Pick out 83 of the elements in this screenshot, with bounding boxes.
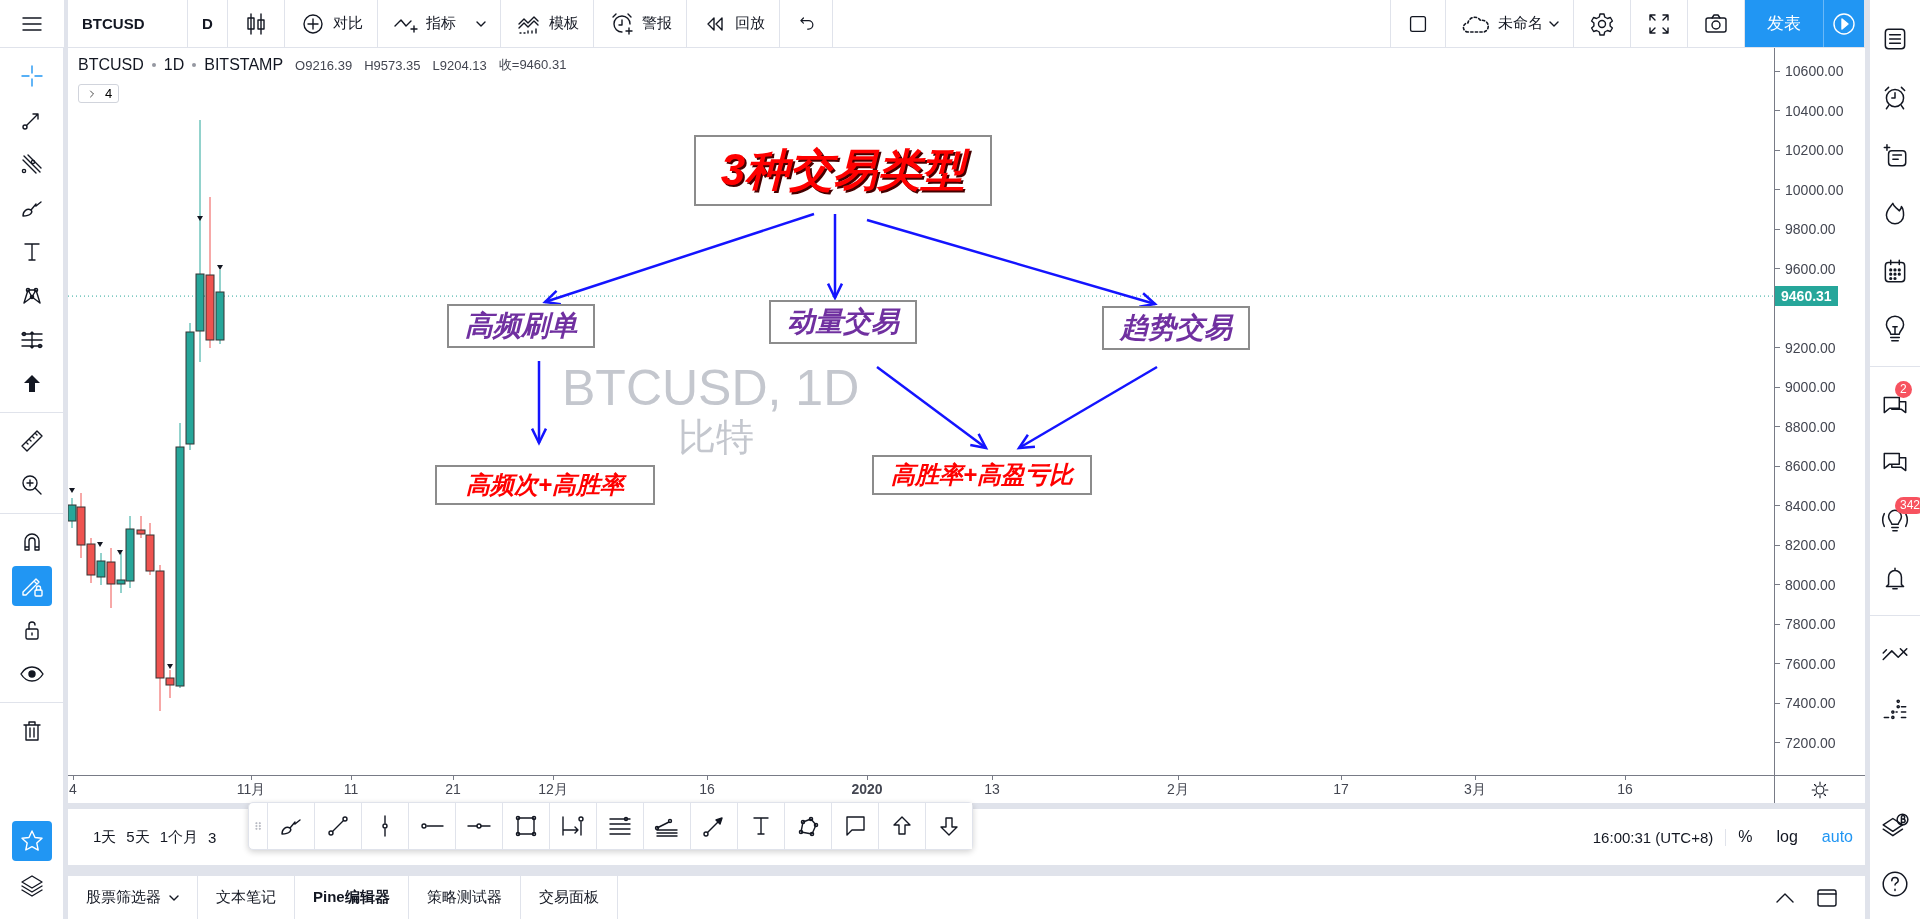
price-label: 10400.00 <box>1785 102 1844 119</box>
drawing-tool-button[interactable] <box>455 803 502 849</box>
clock-time: 16:00:31 (UTC+8) <box>1592 828 1727 846</box>
price-label: 8000.00 <box>1785 576 1836 593</box>
annotation-label: 高频次+高胜率 <box>435 465 655 505</box>
description-watermark: 比特 <box>678 416 754 458</box>
price-label: 7600.00 <box>1785 655 1836 672</box>
ohlc-value: O9216.39 <box>295 57 353 73</box>
marker-triangle <box>217 265 223 270</box>
range-button[interactable]: 1个月 <box>154 827 204 847</box>
price-label: 7400.00 <box>1785 695 1836 711</box>
time-label: 12月 <box>538 781 568 799</box>
drawing-tool-button[interactable] <box>737 803 784 849</box>
marker-triangle <box>69 488 75 493</box>
time-label: 17 <box>1333 781 1349 797</box>
range-button[interactable]: 1天 <box>88 827 122 847</box>
price-label: 8600.00 <box>1785 458 1836 474</box>
ohlc-value: H9573.35 <box>364 57 421 73</box>
price-label: 9000.00 <box>1785 379 1836 395</box>
symbol-watermark: BTCUSD, 1D <box>562 362 860 414</box>
annotation-label: 高频刷单 <box>447 304 595 348</box>
time-label: 16 <box>699 781 715 797</box>
price-label: 10000.00 <box>1785 181 1844 198</box>
time-label: 11月 <box>236 781 266 799</box>
ohlc-value: 收=9460.31 <box>498 56 567 74</box>
range-button[interactable]: 3 <box>203 828 222 846</box>
play-button[interactable] <box>1824 0 1865 47</box>
time-label: 2月 <box>1167 781 1189 799</box>
horizontal-line-icon <box>420 822 444 830</box>
price-label: 7800.00 <box>1785 616 1836 632</box>
vertical-line-icon <box>381 815 389 837</box>
ohlc-value: L9204.13 <box>432 57 487 73</box>
time-label: 11 <box>343 781 359 797</box>
notification-badge: 342 <box>1895 497 1920 514</box>
price-label: 9800.00 <box>1785 221 1836 237</box>
drawing-tool-button[interactable] <box>831 803 878 849</box>
marker-triangle <box>97 542 103 547</box>
marker-triangle <box>197 216 203 221</box>
price-label: 10200.00 <box>1785 142 1844 158</box>
notification-badge: 2 <box>1895 381 1912 398</box>
drawing-tool-button[interactable] <box>596 803 643 849</box>
caret-down-icon <box>169 894 179 901</box>
indicators-toggle[interactable]: 4 <box>78 84 120 103</box>
time-label: 4 <box>69 781 77 797</box>
price-label: 9600.00 <box>1785 260 1836 277</box>
price-label: 9200.00 <box>1785 339 1836 356</box>
drawing-tool-button[interactable] <box>878 803 925 849</box>
time-label: 16 <box>1617 781 1633 797</box>
caret-down-icon <box>1549 20 1559 27</box>
time-label: 3月 <box>1464 781 1486 799</box>
annotation-label: 高胜率+高盈亏比 <box>872 455 1092 495</box>
marker-triangle <box>117 550 123 555</box>
annotation-label: 趋势交易 <box>1102 306 1250 350</box>
drawing-tool-button[interactable] <box>925 803 972 849</box>
price-label: 8200.00 <box>1785 537 1836 553</box>
marker-triangle <box>167 664 173 669</box>
drawing-tool-button[interactable] <box>408 803 455 849</box>
scale-toggle[interactable]: % <box>1726 828 1765 846</box>
price-label: 8800.00 <box>1785 418 1836 435</box>
drawing-tool-button[interactable] <box>361 803 408 849</box>
drawing-tool-button[interactable] <box>502 803 549 849</box>
caret-down-icon <box>475 20 486 27</box>
legend-exchange: BITSTAMP <box>204 56 284 74</box>
help-icon <box>1880 869 1910 899</box>
time-label: 21 <box>445 781 461 797</box>
price-label: 10600.00 <box>1785 63 1844 79</box>
time-label: 13 <box>984 781 1000 797</box>
annotation-label: 动量交易 <box>769 300 917 344</box>
last-price-label: 9460.31 <box>1775 286 1838 307</box>
horizontal-ray-icon <box>467 822 491 830</box>
drawing-tool-button[interactable] <box>549 803 596 849</box>
annotation-label: 3种交易类型 <box>694 135 992 206</box>
price-label: 8400.00 <box>1785 497 1836 514</box>
price-label: 7200.00 <box>1785 734 1836 751</box>
drawing-tool-button[interactable] <box>784 803 831 849</box>
legend-interval: 1D <box>163 56 185 74</box>
range-button[interactable]: 5天 <box>121 827 155 847</box>
drawing-tool-button[interactable] <box>643 803 690 849</box>
legend-symbol: BTCUSD <box>78 56 144 74</box>
time-label: 2020 <box>851 781 883 797</box>
drawing-tool-button[interactable] <box>690 803 737 849</box>
scale-toggle[interactable]: log <box>1764 828 1810 846</box>
candlestick <box>86 537 96 584</box>
